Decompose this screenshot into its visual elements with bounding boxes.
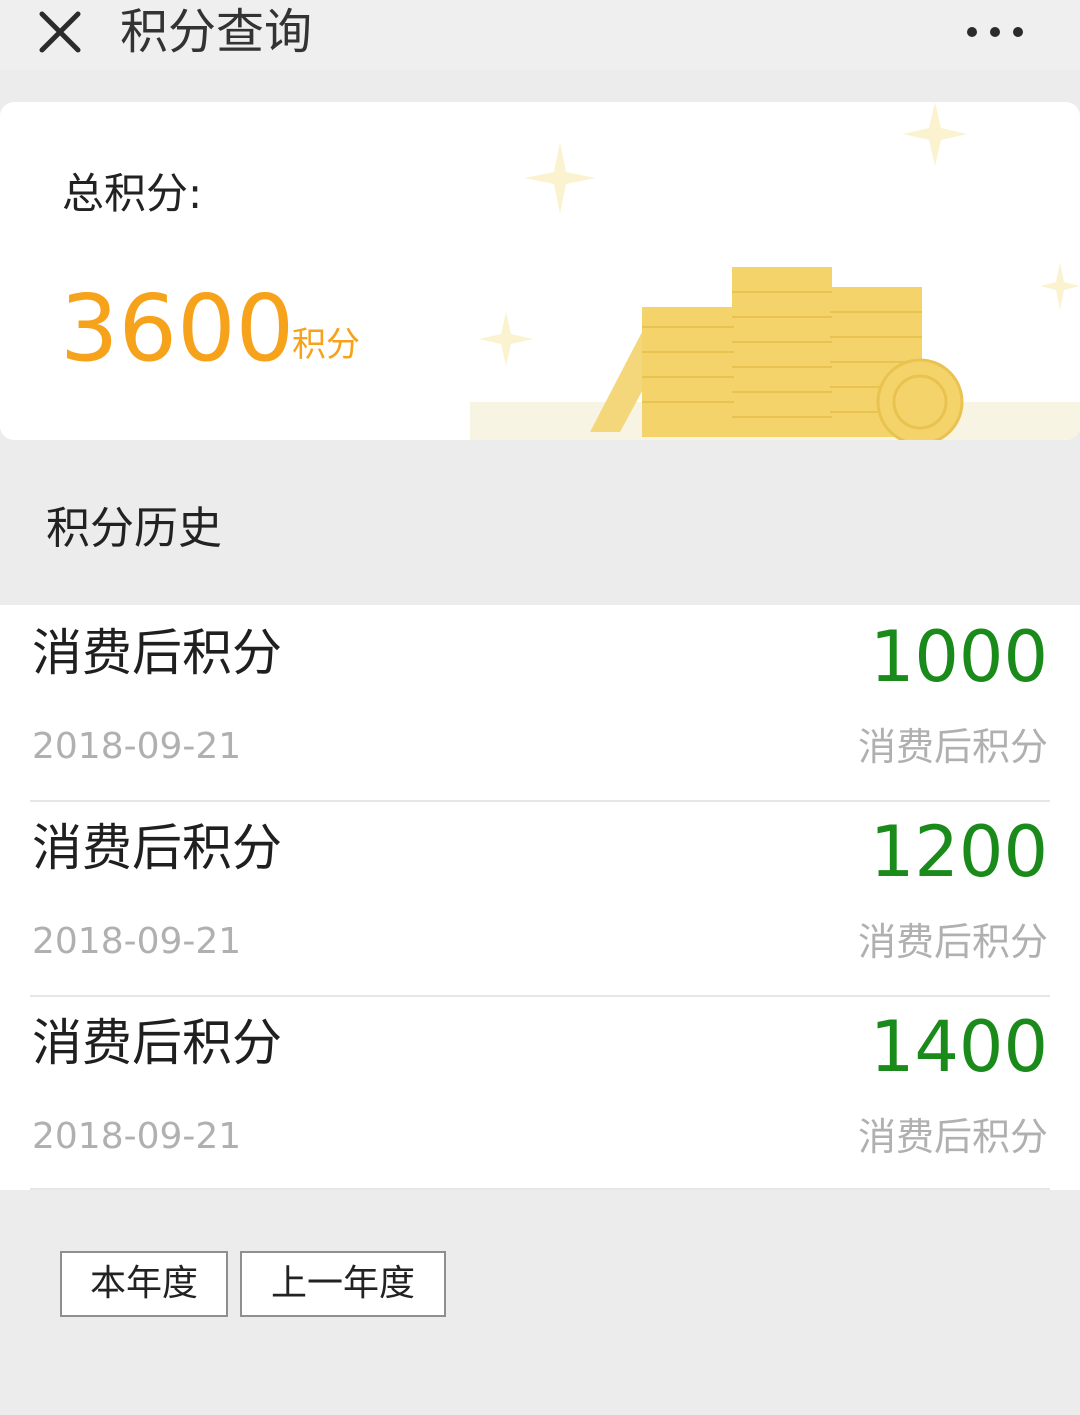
item-date: 2018-09-21 bbox=[32, 1116, 242, 1157]
points-history-list: 消费后积分 1000 2018-09-21 消费后积分 消费后积分 1200 2… bbox=[0, 605, 1080, 1190]
points-summary-card: 总积分: 3600 积分 bbox=[0, 102, 1080, 440]
top-bar: 积分查询 bbox=[0, 0, 1080, 70]
last-year-button[interactable]: 上一年度 bbox=[240, 1251, 446, 1317]
total-points-value: 3600 bbox=[60, 275, 295, 382]
history-section-title: 积分历史 bbox=[46, 503, 222, 554]
coin-stack-illustration bbox=[470, 102, 1080, 440]
item-note: 消费后积分 bbox=[857, 725, 1048, 769]
more-dots-icon bbox=[967, 27, 1023, 37]
list-item[interactable]: 消费后积分 1400 2018-09-21 消费后积分 bbox=[0, 995, 1080, 1190]
item-date: 2018-09-21 bbox=[32, 921, 242, 962]
item-note: 消费后积分 bbox=[857, 1115, 1048, 1159]
total-points-unit: 积分 bbox=[292, 325, 360, 365]
item-title: 消费后积分 bbox=[32, 624, 282, 682]
page-title: 积分查询 bbox=[120, 4, 313, 60]
more-button[interactable] bbox=[960, 14, 1030, 50]
this-year-button[interactable]: 本年度 bbox=[60, 1251, 228, 1317]
item-amount: 1000 bbox=[869, 616, 1048, 698]
list-item[interactable]: 消费后积分 1200 2018-09-21 消费后积分 bbox=[0, 800, 1080, 995]
item-amount: 1200 bbox=[869, 811, 1048, 893]
item-amount: 1400 bbox=[869, 1006, 1048, 1088]
item-date: 2018-09-21 bbox=[32, 726, 242, 767]
item-title: 消费后积分 bbox=[32, 819, 282, 877]
total-points-label: 总积分: bbox=[62, 169, 203, 218]
item-note: 消费后积分 bbox=[857, 920, 1048, 964]
close-icon bbox=[39, 11, 81, 53]
close-button[interactable] bbox=[34, 6, 86, 58]
item-title: 消费后积分 bbox=[32, 1014, 282, 1072]
list-item[interactable]: 消费后积分 1000 2018-09-21 消费后积分 bbox=[0, 605, 1080, 800]
